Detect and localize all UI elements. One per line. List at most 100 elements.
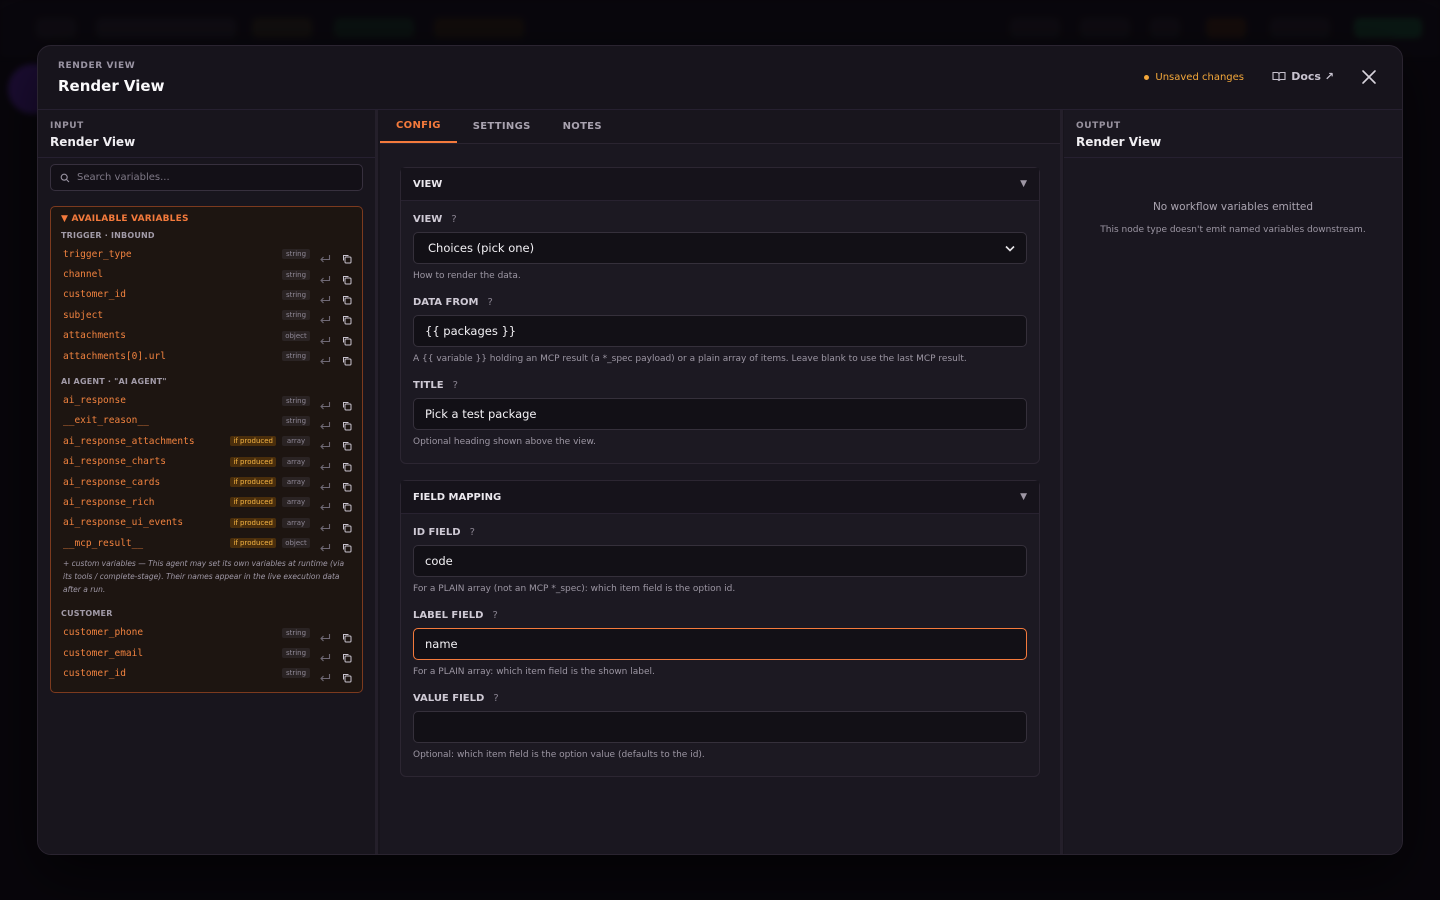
view-select[interactable]: Choices (pick one)	[413, 232, 1027, 264]
variable-name: customer_email	[63, 647, 144, 659]
variable-type-badge: array	[282, 477, 310, 488]
insert-icon[interactable]	[319, 538, 331, 552]
variable-type-badge: string	[282, 351, 310, 362]
variable-row[interactable]: __mcp_result__ if produced object	[51, 533, 362, 553]
chevron-down-icon	[1005, 245, 1015, 252]
help-icon[interactable]: ?	[470, 527, 475, 538]
insert-icon[interactable]	[319, 648, 331, 662]
available-variables-toggle[interactable]: ▼ AVAILABLE VARIABLES	[51, 214, 362, 224]
copy-icon[interactable]	[342, 457, 352, 472]
help-icon[interactable]: ?	[493, 693, 498, 704]
help-icon[interactable]: ?	[488, 297, 493, 308]
copy-icon[interactable]	[342, 648, 352, 663]
modal-title: Render View	[58, 77, 165, 95]
variable-row[interactable]: ai_response_ui_events if produced array	[51, 513, 362, 533]
tab-notes[interactable]: NOTES	[547, 110, 618, 143]
insert-icon[interactable]	[319, 518, 331, 532]
copy-icon[interactable]	[342, 628, 352, 643]
variable-type-badge: object	[282, 330, 310, 341]
tab-config[interactable]: CONFIG	[380, 110, 457, 143]
copy-icon[interactable]	[342, 270, 352, 285]
config-panel: CONFIG SETTINGS NOTES VIEW ▼ VIEW ? Choi…	[380, 110, 1063, 854]
variable-name: subject	[63, 309, 104, 321]
variable-name: ai_response_attachments	[63, 435, 195, 447]
output-empty-title: No workflow variables emitted	[1152, 201, 1314, 213]
variable-group-label: CUSTOMER	[61, 609, 113, 619]
if-produced-badge: if produced	[230, 517, 276, 528]
help-icon[interactable]: ?	[451, 214, 456, 225]
variable-type-badge: array	[282, 497, 310, 508]
id-field-input[interactable]: code	[413, 545, 1027, 577]
data-from-input[interactable]: {{ packages }}	[413, 315, 1027, 347]
docs-link[interactable]: Docs ↗	[1272, 70, 1334, 83]
copy-icon[interactable]	[342, 668, 352, 683]
label-field-input[interactable]: name	[413, 628, 1027, 660]
variable-row[interactable]: ai_response_attachments if produced array	[51, 431, 362, 451]
unsaved-label: Unsaved changes	[1155, 72, 1244, 83]
render-view-modal: RENDER VIEW Render View Unsaved changes …	[37, 45, 1403, 855]
variable-row[interactable]: attachments object	[51, 326, 362, 346]
copy-icon[interactable]	[342, 249, 352, 264]
copy-icon[interactable]	[342, 416, 352, 431]
field-mapping-title: FIELD MAPPING	[413, 491, 502, 503]
variable-row[interactable]: ai_response string	[51, 390, 362, 411]
insert-icon[interactable]	[319, 436, 331, 450]
copy-icon[interactable]	[342, 538, 352, 553]
variable-row[interactable]: customer_email string	[51, 643, 362, 663]
close-icon[interactable]	[1360, 68, 1378, 86]
variable-row[interactable]: __exit_reason__ string	[51, 411, 362, 431]
insert-icon[interactable]	[319, 396, 331, 409]
insert-icon[interactable]	[319, 497, 331, 511]
copy-icon[interactable]	[342, 436, 352, 451]
copy-icon[interactable]	[342, 290, 352, 305]
search-icon	[60, 173, 70, 182]
view-card-header[interactable]: VIEW ▼	[401, 168, 1039, 201]
insert-icon[interactable]	[319, 310, 331, 324]
variable-row[interactable]: customer_id string	[51, 663, 362, 683]
variable-search[interactable]	[50, 164, 363, 191]
copy-icon[interactable]	[342, 351, 352, 366]
copy-icon[interactable]	[342, 310, 352, 325]
book-icon	[1272, 71, 1286, 82]
variable-row[interactable]: ai_response_charts if produced array	[51, 452, 362, 472]
variable-row[interactable]: ai_response_cards if produced array	[51, 472, 362, 492]
copy-icon[interactable]	[342, 497, 352, 512]
field-mapping-header[interactable]: FIELD MAPPING ▼	[401, 481, 1039, 514]
variable-row[interactable]: customer_id string	[51, 285, 362, 305]
insert-icon[interactable]	[319, 668, 331, 682]
variable-name: __mcp_result__	[63, 537, 144, 549]
available-variables: ▼ AVAILABLE VARIABLES TRIGGER · INBOUND t…	[50, 206, 363, 693]
insert-icon[interactable]	[319, 416, 331, 430]
copy-icon[interactable]	[342, 477, 352, 492]
variable-name: attachments[0].url	[63, 350, 166, 362]
copy-icon[interactable]	[342, 518, 352, 533]
title-input[interactable]: Pick a test package	[413, 398, 1027, 430]
insert-icon[interactable]	[319, 351, 331, 365]
insert-icon[interactable]	[319, 331, 331, 345]
value-field-help: Optional: which item field is the option…	[413, 750, 705, 760]
value-field-input[interactable]	[413, 711, 1027, 743]
variable-type-badge: string	[282, 668, 310, 679]
insert-icon[interactable]	[319, 628, 331, 642]
title-field-label: TITLE ?	[413, 380, 1027, 391]
insert-icon[interactable]	[319, 457, 331, 471]
variable-type-badge: string	[282, 415, 310, 426]
insert-icon[interactable]	[319, 477, 331, 491]
help-icon[interactable]: ?	[492, 610, 497, 621]
variable-name: customer_id	[63, 289, 126, 301]
insert-icon[interactable]	[319, 270, 331, 283]
tab-settings[interactable]: SETTINGS	[457, 110, 547, 143]
variable-row[interactable]: subject string	[51, 305, 362, 325]
search-input[interactable]	[77, 172, 337, 183]
variable-row[interactable]: trigger_type string	[51, 244, 362, 264]
insert-icon[interactable]	[319, 290, 331, 304]
insert-icon[interactable]	[319, 249, 331, 263]
variable-row[interactable]: attachments[0].url string	[51, 346, 362, 366]
variable-row[interactable]: channel string	[51, 264, 362, 285]
variable-row[interactable]: customer_phone string	[51, 622, 362, 643]
copy-icon[interactable]	[342, 331, 352, 346]
help-icon[interactable]: ?	[453, 380, 458, 391]
copy-icon[interactable]	[342, 396, 352, 411]
variable-row[interactable]: ai_response_rich if produced array	[51, 492, 362, 512]
if-produced-badge: if produced	[230, 538, 276, 549]
